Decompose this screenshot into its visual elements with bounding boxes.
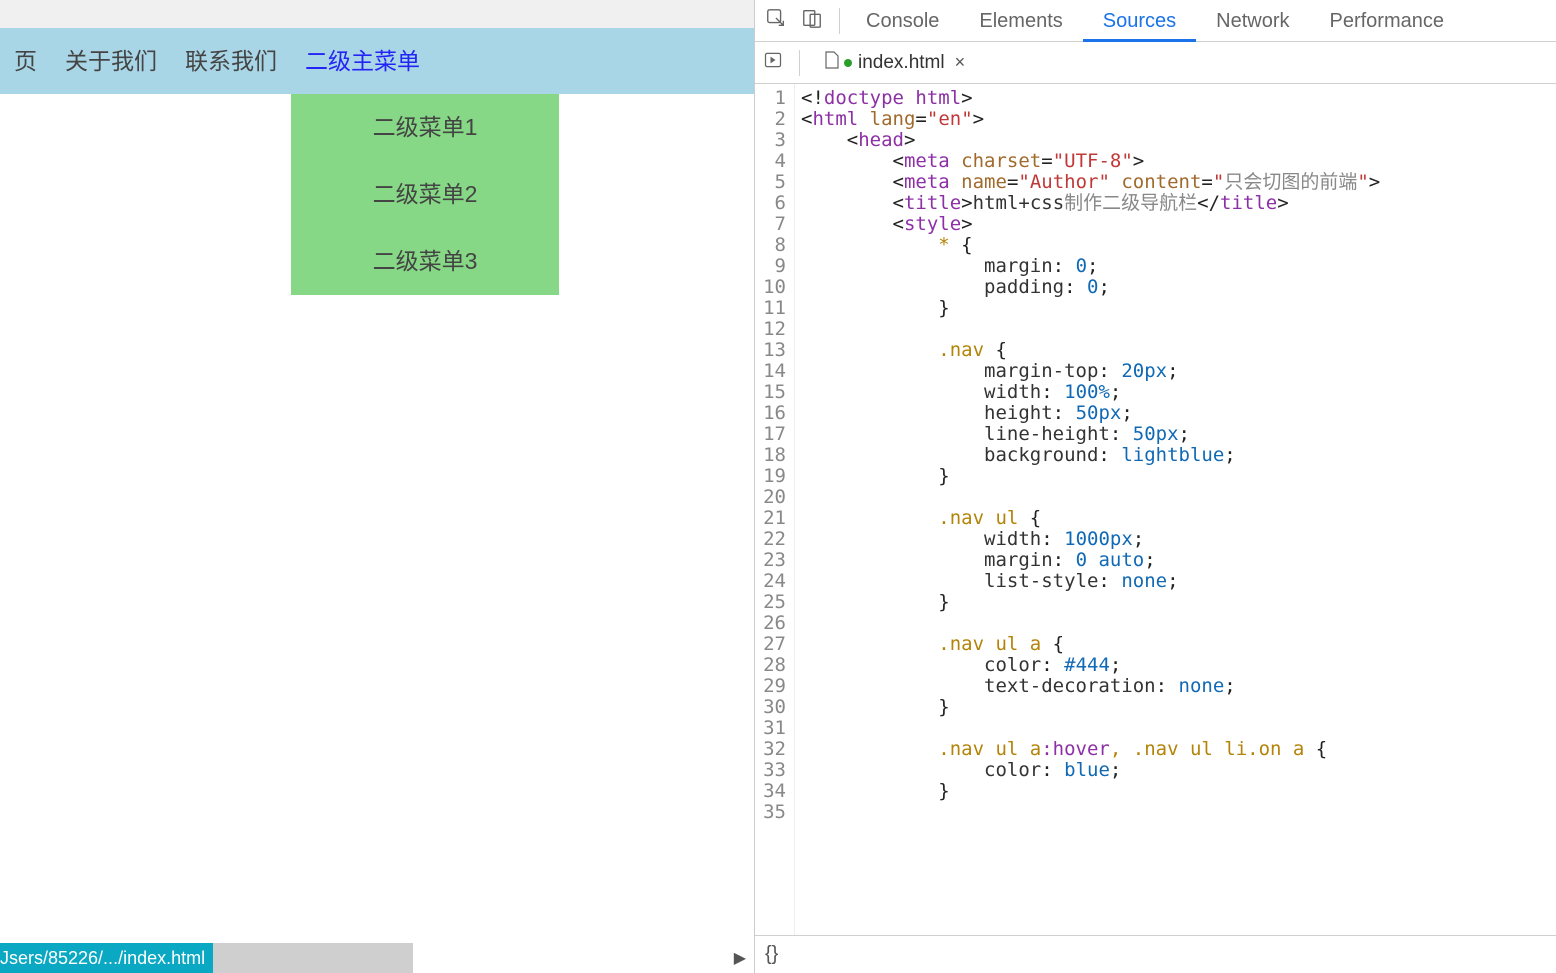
devtools-footer: {} bbox=[755, 935, 1556, 973]
devtools-tabbar: Console Elements Sources Network Perform… bbox=[755, 0, 1556, 42]
tab-sources[interactable]: Sources bbox=[1083, 0, 1196, 42]
file-tabbar: index.html × bbox=[755, 42, 1556, 84]
nav-item-3[interactable]: 二级主菜单 二级菜单1 二级菜单2 二级菜单3 bbox=[291, 28, 434, 94]
modified-dot-icon bbox=[844, 59, 852, 67]
tab-console[interactable]: Console bbox=[846, 0, 959, 42]
line-gutter: 1234567891011121314151617181920212223242… bbox=[755, 84, 795, 935]
submenu-item[interactable]: 二级菜单2 bbox=[291, 161, 559, 228]
submenu-link[interactable]: 二级菜单3 bbox=[291, 228, 559, 295]
format-icon[interactable]: {} bbox=[765, 943, 778, 966]
file-icon bbox=[824, 51, 840, 75]
nav-item-0[interactable]: 页 bbox=[0, 28, 51, 94]
file-tab-index[interactable]: index.html × bbox=[816, 47, 973, 79]
submenu-item[interactable]: 二级菜单3 bbox=[291, 228, 559, 295]
nav-link[interactable]: 页 bbox=[0, 28, 51, 94]
nav-item-2[interactable]: 联系我们 bbox=[171, 28, 291, 94]
submenu-link[interactable]: 二级菜单2 bbox=[291, 161, 559, 228]
nav-link[interactable]: 二级主菜单 bbox=[291, 28, 434, 94]
status-path[interactable]: Jsers/85226/.../index.html bbox=[0, 943, 213, 973]
page-preview: 页 关于我们 联系我们 二级主菜单 二级菜单1 二级菜单2 二级菜单3 Jser… bbox=[0, 0, 754, 973]
nav-link[interactable]: 联系我们 bbox=[171, 28, 291, 94]
nav-bar: 页 关于我们 联系我们 二级主菜单 二级菜单1 二级菜单2 二级菜单3 bbox=[0, 28, 754, 94]
devtools-icons bbox=[755, 7, 833, 34]
status-arrow-icon[interactable]: ▶ bbox=[734, 948, 746, 968]
status-bar: Jsers/85226/.../index.html ▶ bbox=[0, 943, 754, 973]
tab-network[interactable]: Network bbox=[1196, 0, 1309, 42]
tab-performance[interactable]: Performance bbox=[1310, 0, 1465, 42]
nav-list: 页 关于我们 联系我们 二级主菜单 二级菜单1 二级菜单2 二级菜单3 bbox=[0, 28, 754, 94]
code-editor[interactable]: 1234567891011121314151617181920212223242… bbox=[755, 84, 1556, 935]
nav-item-1[interactable]: 关于我们 bbox=[51, 28, 171, 94]
close-icon[interactable]: × bbox=[955, 52, 966, 73]
submenu-link[interactable]: 二级菜单1 bbox=[291, 94, 559, 161]
devtools-panel: Console Elements Sources Network Perform… bbox=[754, 0, 1556, 973]
file-name: index.html bbox=[858, 52, 945, 74]
divider bbox=[839, 8, 840, 34]
show-navigator-icon[interactable] bbox=[763, 50, 783, 75]
submenu: 二级菜单1 二级菜单2 二级菜单3 bbox=[291, 94, 559, 295]
divider bbox=[799, 50, 800, 76]
device-toggle-icon[interactable] bbox=[801, 7, 823, 34]
submenu-item[interactable]: 二级菜单1 bbox=[291, 94, 559, 161]
nav-link[interactable]: 关于我们 bbox=[51, 28, 171, 94]
code-area[interactable]: <!doctype html><html lang="en"> <head> <… bbox=[795, 84, 1380, 935]
status-scroll[interactable] bbox=[213, 943, 413, 973]
tab-elements[interactable]: Elements bbox=[959, 0, 1082, 42]
inspect-icon[interactable] bbox=[765, 7, 787, 34]
